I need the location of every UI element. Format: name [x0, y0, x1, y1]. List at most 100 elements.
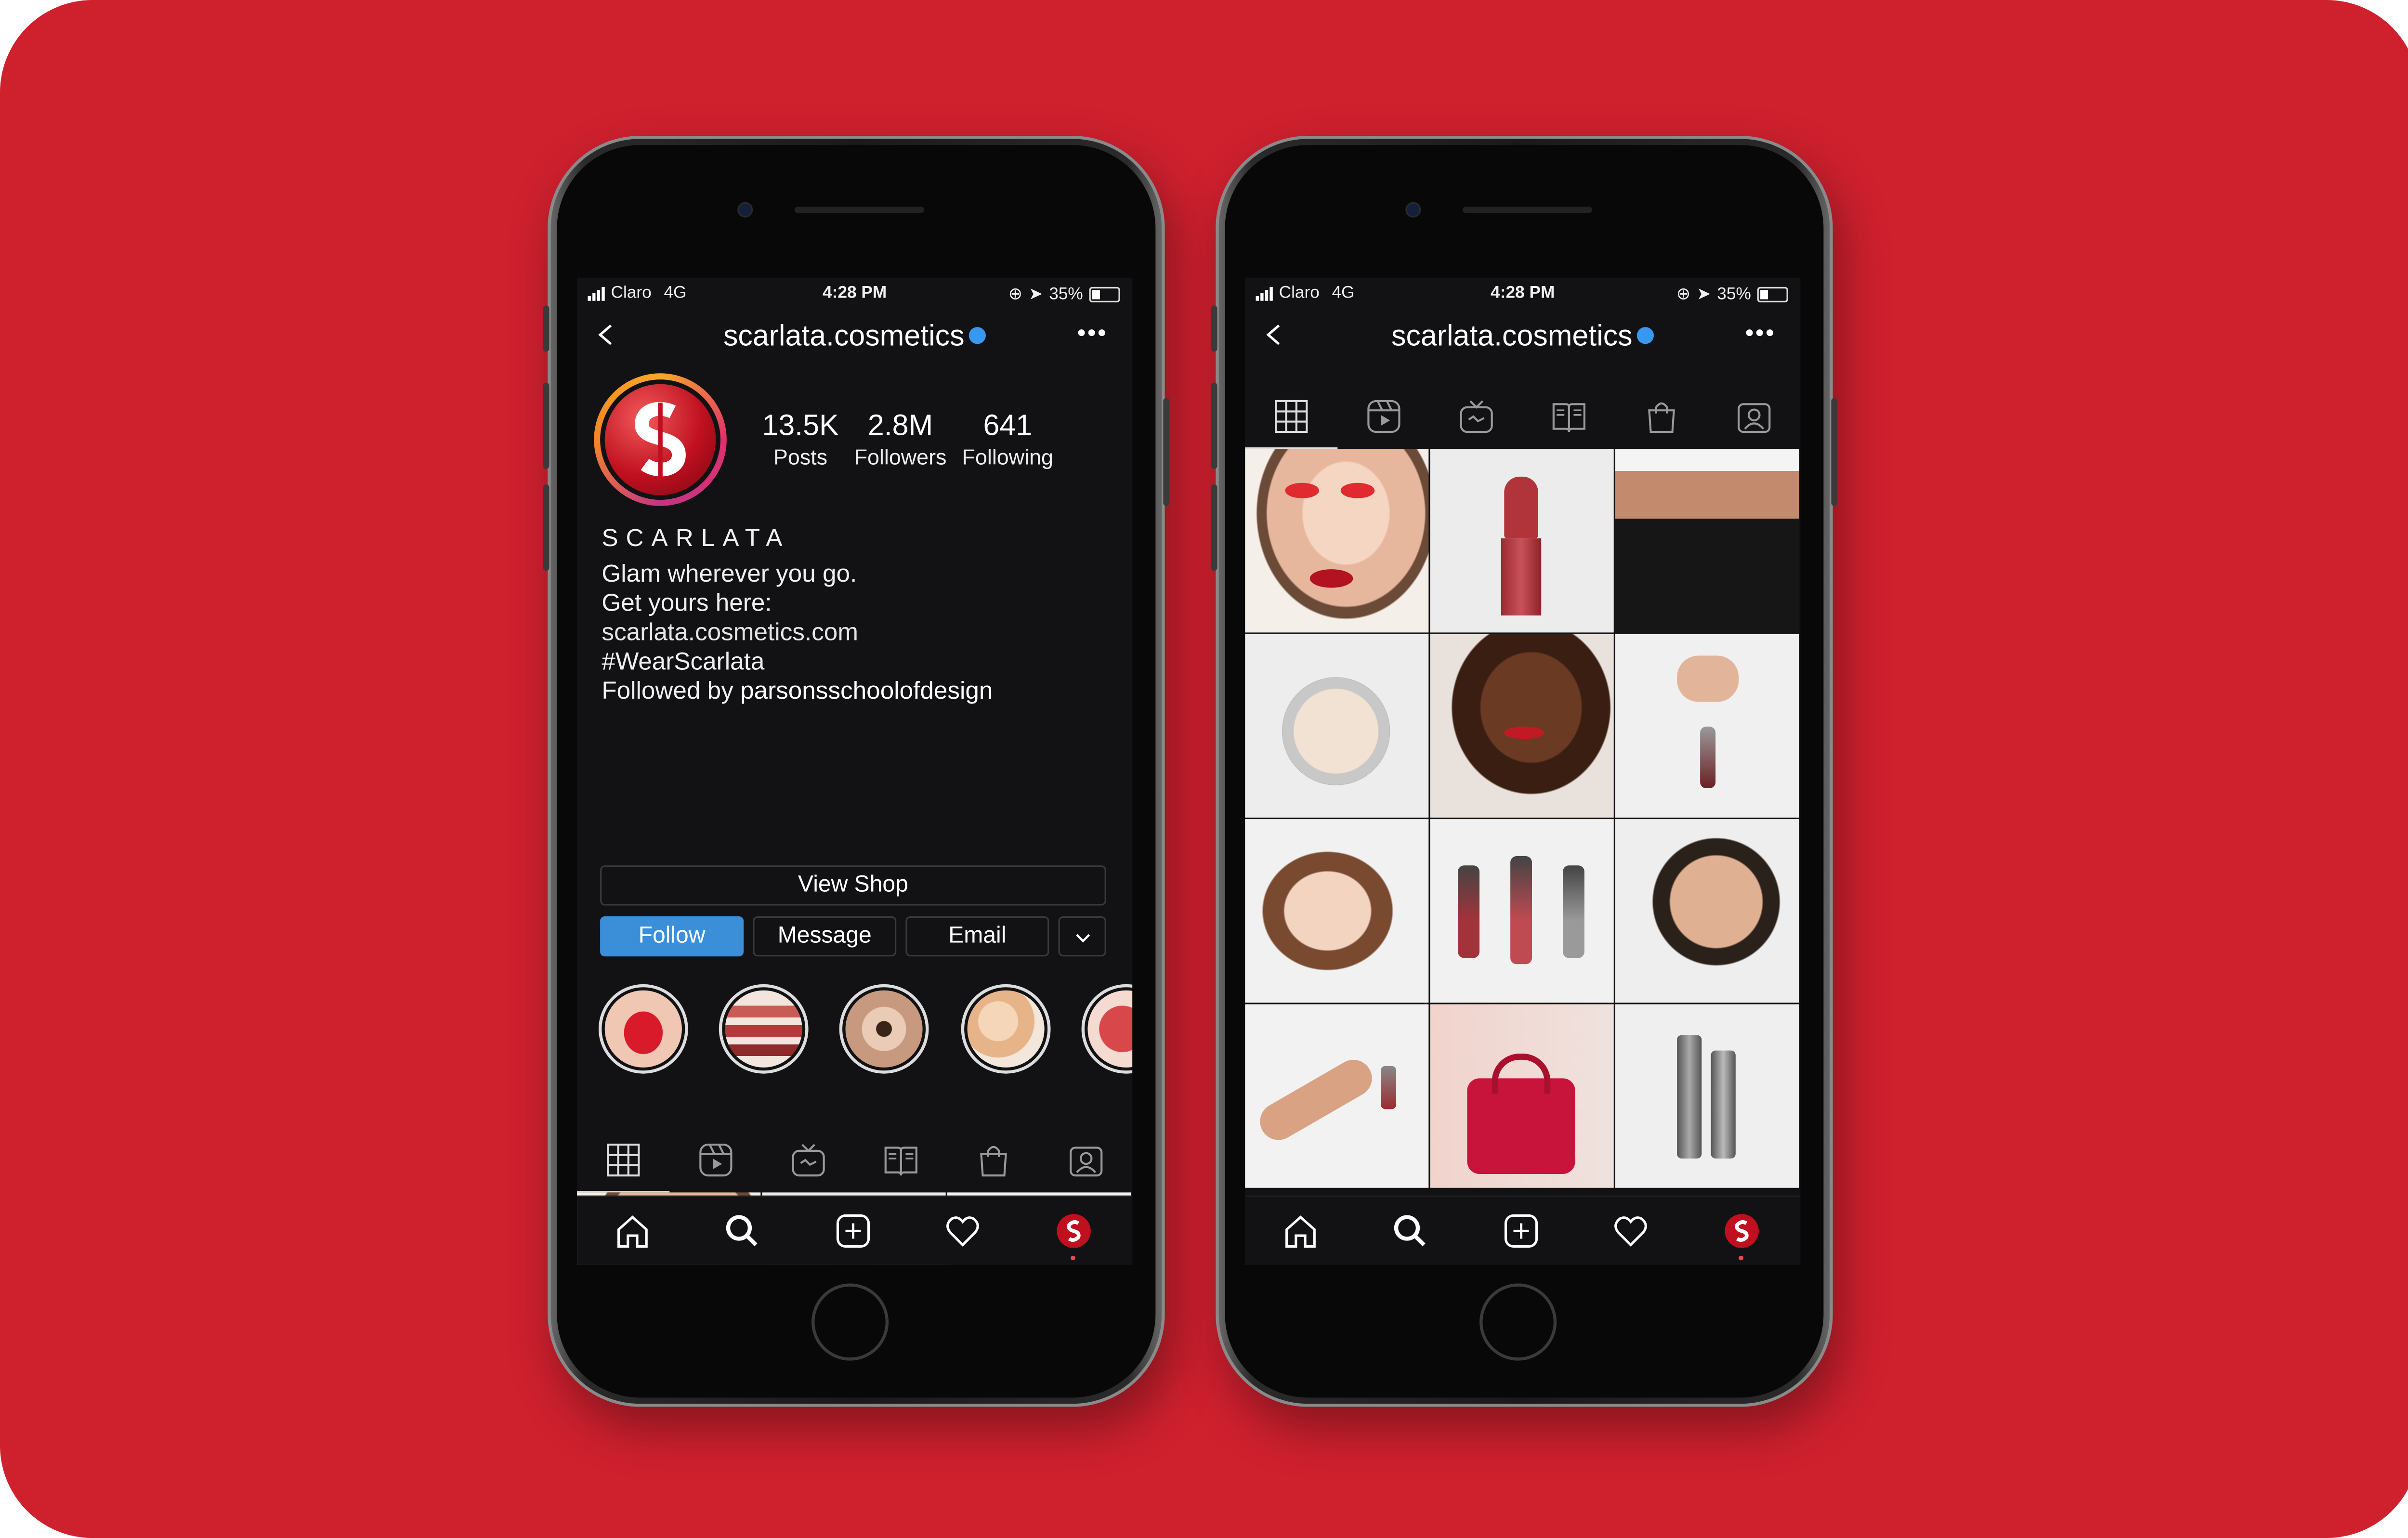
battery-percent: 35%	[1049, 285, 1083, 303]
tagged-icon	[1070, 1147, 1103, 1177]
nav-profile[interactable]	[1052, 1210, 1096, 1261]
scarlata-logo-icon	[604, 384, 716, 495]
tab-igtv[interactable]	[1430, 386, 1523, 447]
bio-link[interactable]: scarlata.cosmetics.com	[602, 619, 1118, 648]
backdrop	[0, 0, 2408, 1538]
tab-shop[interactable]	[947, 1129, 1040, 1191]
highlight-blush[interactable]	[1078, 984, 1133, 1084]
status-bar: Claro 4G 4:28 PM ⊕ ➤ 35%	[577, 278, 1132, 309]
home-icon	[1285, 1215, 1316, 1248]
message-button[interactable]: Message	[753, 916, 897, 957]
tab-grid[interactable]	[1245, 386, 1338, 449]
orientation-lock-icon: ⊕	[1676, 285, 1691, 304]
bottom-nav	[577, 1195, 1133, 1265]
stat-followers[interactable]: 2.8M Followers	[854, 410, 947, 469]
grid-post-red-handbag[interactable]	[1430, 1004, 1614, 1188]
home-button[interactable]	[811, 1283, 889, 1361]
phone-right: Claro 4G 4:28 PM ⊕ ➤ 35% scarlata.cosmet…	[1211, 135, 1838, 1407]
view-shop-button[interactable]: View Shop	[600, 865, 1106, 906]
grid-post-red-eyeshadow-model[interactable]	[1245, 449, 1429, 633]
home-button[interactable]	[1479, 1283, 1557, 1361]
following-count: 641	[983, 410, 1033, 443]
notification-dot	[1071, 1255, 1075, 1261]
bottom-nav	[1245, 1195, 1801, 1265]
username-title: scarlata.cosmetics	[723, 321, 965, 353]
profile-stats: 13.5K Posts 2.8M Followers 641 Following	[762, 410, 1069, 469]
email-button[interactable]: Email	[905, 916, 1049, 957]
tab-tagged[interactable]	[1708, 386, 1800, 447]
followers-count: 2.8M	[867, 410, 933, 443]
grid-post-compact-powder[interactable]	[1245, 634, 1429, 818]
new-post-icon	[1504, 1214, 1538, 1248]
shop-icon	[980, 1146, 1007, 1177]
grid-icon	[1275, 400, 1308, 433]
tab-shop[interactable]	[1615, 386, 1708, 447]
suggested-dropdown-button[interactable]	[1058, 916, 1106, 957]
highlight-shades[interactable]	[716, 984, 811, 1084]
followed-by-prefix: Followed by	[602, 678, 741, 705]
grid-post-fingers-holding-mini-lipstick[interactable]	[1245, 1004, 1429, 1188]
grid-post-man-with-product[interactable]	[1615, 819, 1799, 1003]
nav-home[interactable]	[1279, 1210, 1322, 1253]
nav-new-post[interactable]	[832, 1210, 875, 1253]
verified-badge-icon	[969, 327, 986, 345]
grid-post-mascara-tubes[interactable]	[1615, 1004, 1799, 1188]
grid-post-hand-holding-lip-charm[interactable]	[1615, 634, 1799, 818]
followers-label: Followers	[854, 444, 947, 469]
tab-igtv[interactable]	[762, 1129, 854, 1191]
tab-reels[interactable]	[669, 1129, 762, 1191]
igtv-icon	[792, 1144, 825, 1177]
more-options-icon[interactable]: •••	[1077, 321, 1108, 349]
profile-tabs	[577, 1129, 1132, 1193]
notification-dot	[1739, 1255, 1743, 1261]
profile-avatar-icon	[1725, 1214, 1759, 1248]
nav-home[interactable]	[611, 1210, 654, 1253]
reels-icon	[1367, 400, 1400, 433]
posts-count: 13.5K	[762, 410, 839, 443]
verified-badge-icon	[1637, 327, 1654, 345]
grid-icon	[607, 1143, 640, 1177]
grid-post-smiling-woman[interactable]	[1430, 634, 1614, 818]
screen: Claro 4G 4:28 PM ⊕ ➤ 35% scarlata.cosmet…	[577, 277, 1133, 1265]
nav-activity[interactable]	[1609, 1210, 1652, 1253]
nav-profile[interactable]	[1720, 1210, 1764, 1261]
grid-post-lipstick-trio[interactable]	[1430, 819, 1614, 1003]
tab-tagged[interactable]	[1040, 1129, 1132, 1191]
nav-search[interactable]	[1388, 1210, 1432, 1253]
bio-hashtag[interactable]: #WearScarlata	[602, 648, 1118, 678]
profile-tabs	[1245, 386, 1800, 449]
phone-left: Claro 4G 4:28 PM ⊕ ➤ 35% scarlata.cosmet…	[543, 135, 1170, 1407]
profile-avatar[interactable]	[594, 373, 727, 506]
profile-header: scarlata.cosmetics •••	[1245, 309, 1800, 364]
tab-guides[interactable]	[855, 1129, 947, 1191]
follow-button[interactable]: Follow	[600, 916, 744, 957]
search-icon	[1394, 1215, 1426, 1247]
tab-guides[interactable]	[1523, 386, 1615, 447]
front-camera	[1407, 203, 1420, 216]
followed-by: Followed by parsonsschoolofdesign	[602, 677, 1118, 706]
tab-reels[interactable]	[1337, 386, 1430, 447]
grid-post-woman-applying-mascara[interactable]	[1245, 819, 1429, 1003]
highlight-mascara[interactable]	[836, 984, 932, 1084]
speaker	[794, 207, 924, 213]
bio-line: Get yours here:	[602, 590, 772, 617]
story-highlights	[577, 984, 1133, 1111]
stat-following[interactable]: 641 Following	[962, 410, 1053, 469]
profile-avatar-icon	[1057, 1214, 1091, 1248]
grid-post-lipstick-tube[interactable]	[1430, 449, 1614, 633]
more-options-icon[interactable]: •••	[1745, 321, 1776, 349]
followed-by-user[interactable]: parsonsschoolofdesign	[740, 679, 993, 705]
grid-post-model-jeans-keychain[interactable]	[1615, 449, 1799, 633]
orientation-lock-icon: ⊕	[1008, 285, 1023, 304]
stat-posts[interactable]: 13.5K Posts	[762, 410, 838, 469]
speaker	[1462, 207, 1592, 213]
tab-grid[interactable]	[577, 1129, 670, 1193]
highlight-lips[interactable]	[596, 984, 692, 1084]
status-bar: Claro 4G 4:28 PM ⊕ ➤ 35%	[1245, 278, 1800, 309]
nav-activity[interactable]	[941, 1210, 984, 1253]
nav-new-post[interactable]	[1500, 1210, 1543, 1253]
highlight-concealer[interactable]	[958, 984, 1054, 1084]
search-icon	[726, 1215, 758, 1247]
tagged-icon	[1738, 403, 1771, 433]
nav-search[interactable]	[720, 1210, 764, 1253]
